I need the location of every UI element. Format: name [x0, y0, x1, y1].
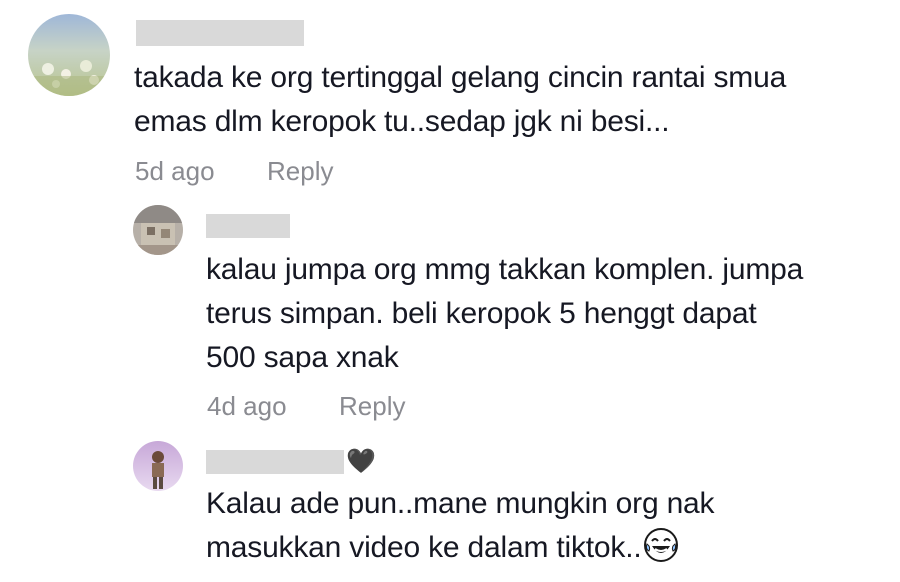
avatar-image: [28, 14, 110, 96]
comment-1: takada ke org tertinggal gelang cincin r…: [0, 0, 900, 200]
comment-text-line: kalau jumpa org mmg takkan komplen. jump…: [206, 253, 804, 286]
comment-text-line: Kalau ade pun..mane mungkin org nak: [206, 487, 715, 520]
avatar-comment-3[interactable]: [133, 441, 183, 491]
comment-text-line: masukkan video ke dalam tiktok..: [206, 526, 896, 570]
laughing-tears-emoji-icon: [643, 527, 679, 563]
comment-text-line: takada ke org tertinggal gelang cincin r…: [134, 61, 787, 94]
comment-1-text: takada ke org tertinggal gelang cincin r…: [134, 56, 894, 144]
comment-3: 🖤 Kalau ade pun..mane mungkin org nak ma…: [0, 430, 900, 582]
reply-button[interactable]: Reply: [267, 156, 333, 186]
comment-2-text: kalau jumpa org mmg takkan komplen. jump…: [206, 248, 896, 380]
username-redaction: [206, 450, 344, 474]
comment-timestamp: 4d ago: [207, 391, 287, 421]
username-heart-emoji: 🖤: [346, 447, 376, 475]
comment-timestamp: 5d ago: [135, 156, 215, 186]
username-redaction: [206, 214, 290, 238]
avatar-comment-1[interactable]: [28, 14, 110, 96]
comment-text-line: emas dlm keropok tu..sedap jgk ni besi..…: [134, 105, 670, 138]
comment-1-meta: 5d ago Reply: [135, 156, 333, 186]
reply-button[interactable]: Reply: [339, 391, 405, 421]
comment-3-text: Kalau ade pun..mane mungkin org nak masu…: [206, 482, 896, 570]
comment-text-line: terus simpan. beli keropok 5 henggt dapa…: [206, 297, 757, 330]
username-redaction: [136, 20, 304, 46]
comment-2: kalau jumpa org mmg takkan komplen. jump…: [0, 200, 900, 430]
avatar-image: [133, 441, 183, 491]
comment-text-line: 500 sapa xnak: [206, 341, 399, 374]
comment-2-meta: 4d ago Reply: [207, 391, 405, 421]
avatar-comment-2[interactable]: [133, 205, 183, 255]
avatar-image: [133, 205, 183, 255]
